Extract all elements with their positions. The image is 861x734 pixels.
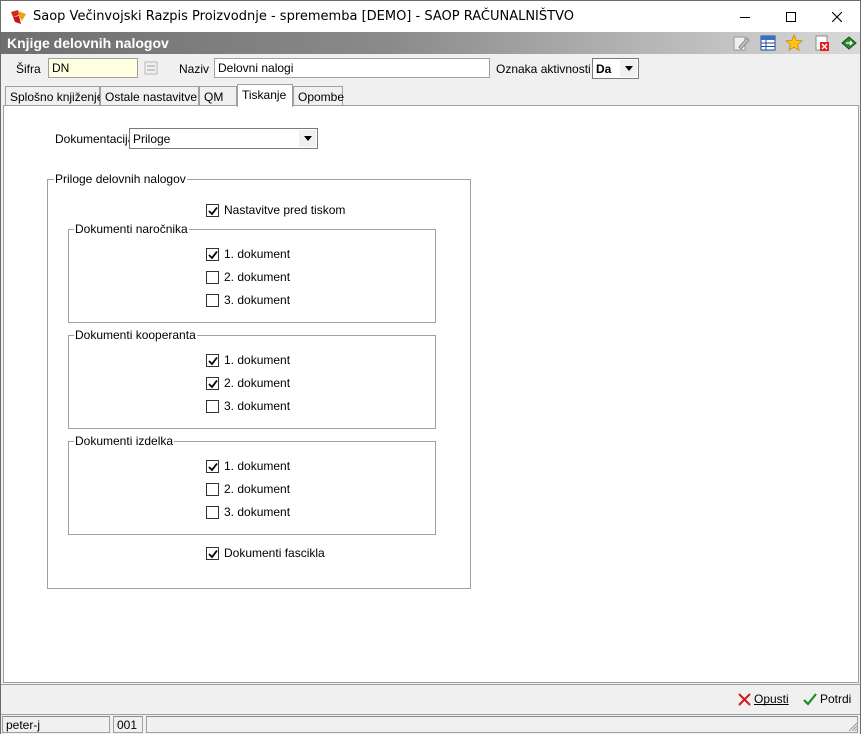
bottom-divider (1, 684, 860, 685)
status-code: 001 (113, 716, 143, 733)
potrdi-label: Potrdi (820, 692, 852, 706)
fascikla-checkbox[interactable]: Dokumenti fascikla (206, 546, 325, 560)
checkbox-box[interactable] (206, 353, 219, 367)
checkbox-box[interactable] (206, 203, 219, 217)
minimize-button[interactable] (722, 1, 768, 32)
priloge-group: Priloge delovnih nalogov Nastavitve pred… (47, 172, 471, 589)
kooperant-group-title: Dokumenti kooperanta (74, 328, 197, 342)
sifra-label: Šifra (16, 62, 41, 76)
checkbox-box[interactable] (206, 459, 219, 473)
cancel-icon (738, 692, 751, 706)
kooperant-doc3-label: 3. dokument (224, 399, 291, 413)
aktivnost-value: Da (596, 62, 612, 76)
form-header: Knjige delovnih nalogov (1, 32, 860, 54)
tab-tiskanje[interactable]: Tiskanje (237, 84, 293, 107)
minimize-icon (740, 16, 750, 18)
checkmark-icon (803, 692, 817, 706)
maximize-icon (786, 11, 796, 22)
nastavitve-checkbox[interactable]: Nastavitve pred tiskom (206, 203, 345, 217)
checkbox-box[interactable] (206, 293, 219, 307)
kooperant-group: Dokumenti kooperanta 1. dokument 2. doku… (68, 328, 436, 429)
aktivnost-select[interactable]: Da (592, 58, 639, 79)
chevron-down-icon[interactable] (299, 130, 316, 147)
priloge-group-title: Priloge delovnih nalogov (54, 172, 187, 186)
narocnik-group-title: Dokumenti naročnika (74, 222, 189, 236)
checkbox-box[interactable] (206, 270, 219, 284)
checkbox-box[interactable] (206, 247, 219, 261)
status-bar: peter-j 001 (1, 714, 860, 734)
izdelek-doc3-checkbox[interactable]: 3. dokument (206, 505, 290, 519)
checkbox-box[interactable] (206, 546, 219, 560)
kooperant-doc2-checkbox[interactable]: 2. dokument (206, 376, 290, 390)
narocnik-doc1-checkbox[interactable]: 1. dokument (206, 247, 290, 261)
narocnik-group: Dokumenti naročnika 1. dokument 2. dokum… (68, 222, 436, 323)
tab-splosno-knjizenje[interactable]: Splošno knjiženje (5, 86, 103, 106)
tab-opombe[interactable]: Opombe (293, 86, 344, 106)
naziv-label: Naziv (179, 62, 210, 76)
dokumentacija-value: Priloge (133, 132, 171, 146)
narocnik-doc2-label: 2. dokument (224, 270, 291, 284)
app-logo-icon (11, 10, 26, 24)
izdelek-group: Dokumenti izdelka 1. dokument 2. dokumen… (68, 434, 436, 535)
aktivnost-label: Oznaka aktivnosti (496, 62, 591, 76)
table-icon[interactable] (759, 34, 777, 52)
sifra-field[interactable]: DN (48, 58, 138, 78)
close-button[interactable] (814, 1, 860, 32)
header-fields: Šifra DN Naziv Delovni nalogi Oznaka akt… (1, 54, 860, 84)
fascikla-label: Dokumenti fascikla (224, 546, 325, 560)
application-window: Saop Večinvojski Razpis Proizvodnje - sp… (0, 0, 861, 734)
nastavitve-label: Nastavitve pred tiskom (224, 203, 346, 217)
edit-icon[interactable] (732, 34, 750, 52)
checkbox-box[interactable] (206, 482, 219, 496)
opusti-button[interactable]: Opusti (738, 692, 789, 706)
status-message (146, 716, 858, 733)
checkbox-box[interactable] (206, 505, 219, 519)
star-icon[interactable] (785, 34, 803, 52)
delete-icon[interactable] (813, 34, 831, 52)
kooperant-doc1-label: 1. dokument (224, 353, 291, 367)
izdelek-doc1-label: 1. dokument (224, 459, 291, 473)
tab-content-tiskanje: Dokumentacija Priloge Priloge delovnih n… (3, 105, 859, 683)
form-title: Knjige delovnih nalogov (7, 35, 169, 51)
dokumentacija-select[interactable]: Priloge (129, 128, 318, 149)
narocnik-doc1-label: 1. dokument (224, 247, 291, 261)
chevron-down-icon[interactable] (620, 60, 637, 77)
maximize-button[interactable] (768, 1, 814, 32)
lookup-icon[interactable] (144, 61, 158, 75)
export-icon[interactable] (840, 34, 858, 52)
checkbox-box[interactable] (206, 376, 219, 390)
kooperant-doc1-checkbox[interactable]: 1. dokument (206, 353, 290, 367)
window-title: Saop Večinvojski Razpis Proizvodnje - sp… (33, 9, 574, 24)
title-bar: Saop Večinvojski Razpis Proizvodnje - sp… (1, 1, 860, 32)
opusti-label: Opusti (754, 692, 789, 706)
narocnik-doc3-label: 3. dokument (224, 293, 291, 307)
izdelek-doc2-label: 2. dokument (224, 482, 291, 496)
izdelek-group-title: Dokumenti izdelka (74, 434, 175, 448)
izdelek-doc3-label: 3. dokument (224, 505, 291, 519)
kooperant-doc3-checkbox[interactable]: 3. dokument (206, 399, 290, 413)
kooperant-doc2-label: 2. dokument (224, 376, 291, 390)
naziv-field[interactable]: Delovni nalogi (214, 58, 490, 78)
izdelek-doc2-checkbox[interactable]: 2. dokument (206, 482, 290, 496)
izdelek-doc1-checkbox[interactable]: 1. dokument (206, 459, 290, 473)
dokumentacija-label: Dokumentacija (55, 132, 135, 146)
status-user: peter-j (2, 716, 110, 733)
tab-ostale-nastavitve[interactable]: Ostale nastavitve (100, 86, 199, 106)
resize-grip-icon[interactable] (848, 722, 858, 732)
close-icon (832, 11, 842, 22)
potrdi-button[interactable]: Potrdi (803, 692, 851, 706)
narocnik-doc2-checkbox[interactable]: 2. dokument (206, 270, 290, 284)
narocnik-doc3-checkbox[interactable]: 3. dokument (206, 293, 290, 307)
tab-qm[interactable]: QM (199, 86, 237, 106)
checkbox-box[interactable] (206, 399, 219, 413)
